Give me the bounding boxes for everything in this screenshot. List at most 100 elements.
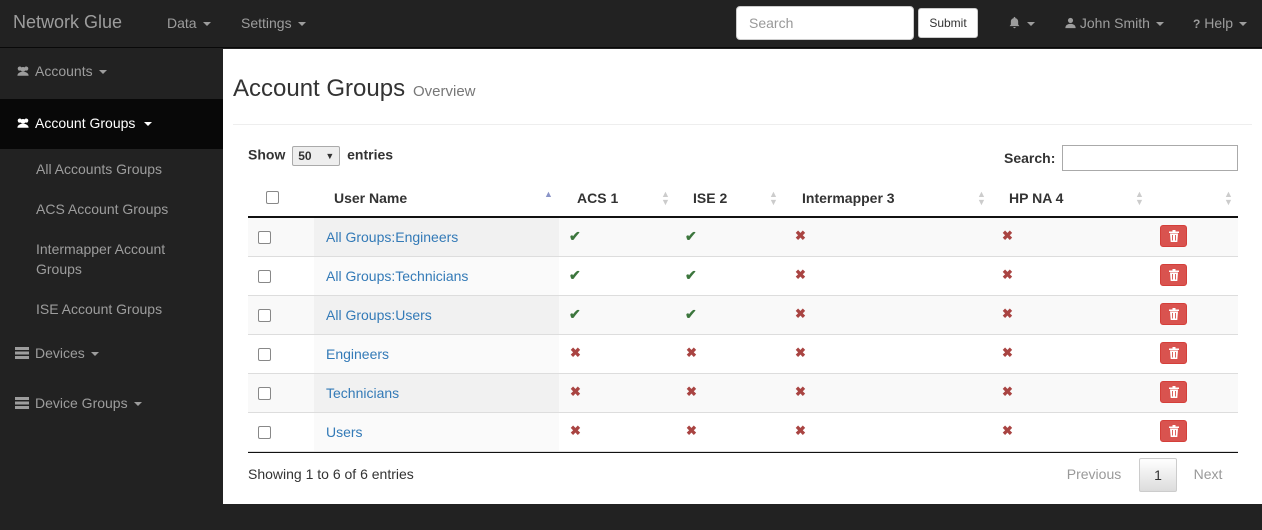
trash-icon	[1168, 347, 1179, 359]
show-label: Show	[248, 146, 286, 163]
table-row: Engineers ✖ ✖ ✖ ✖	[248, 335, 1238, 374]
sidebar-subitem-ise-account-groups[interactable]: ISE Account Groups	[36, 299, 216, 319]
table-header: User Name ▲ ACS 1 ▲ ▼ ISE 2 ▲ ▼ Intermappe…	[248, 180, 1238, 218]
sidebar-item-devices[interactable]: Devices	[0, 345, 223, 361]
table-row: Users ✖ ✖ ✖ ✖	[248, 413, 1238, 452]
delete-button[interactable]	[1160, 225, 1187, 247]
notifications-menu[interactable]	[1008, 15, 1035, 31]
help-menu[interactable]: ? Help	[1193, 15, 1248, 31]
cross-icon: ✖	[686, 423, 697, 438]
row-checkbox[interactable]	[258, 231, 271, 244]
global-search-input[interactable]	[736, 6, 914, 40]
page-title: Account Groups	[233, 75, 406, 102]
group-name-link[interactable]: Engineers	[326, 346, 389, 362]
sidebar: Accounts Account Groups All Accounts Gro…	[0, 49, 223, 530]
group-name-link[interactable]: All Groups:Technicians	[326, 268, 468, 284]
sidebar-subitem-all-accounts-groups[interactable]: All Accounts Groups	[36, 159, 216, 179]
sort-both-icon: ▲ ▼	[1135, 189, 1144, 207]
delete-button[interactable]	[1160, 303, 1187, 325]
sidebar-item-device-groups[interactable]: Device Groups	[0, 395, 223, 411]
cross-icon: ✖	[795, 423, 806, 438]
settings-menu[interactable]: Settings	[241, 15, 306, 31]
caret-down-icon	[90, 352, 99, 357]
caret-down-icon	[1027, 22, 1035, 27]
check-icon: ✔	[569, 228, 581, 244]
row-checkbox[interactable]	[258, 387, 271, 400]
row-checkbox[interactable]	[258, 309, 271, 322]
caret-down-icon	[202, 22, 211, 27]
sidebar-subitem-acs-account-groups[interactable]: ACS Account Groups	[36, 199, 216, 219]
column-header-acs[interactable]: ACS 1	[577, 190, 618, 206]
cross-icon: ✖	[1002, 345, 1013, 360]
main-content: Account Groups Overview Show 50 ▼ entries…	[223, 49, 1262, 504]
table-search-input[interactable]	[1062, 145, 1238, 171]
sort-both-icon: ▲ ▼	[977, 189, 986, 207]
dropdown-arrow-icon: ▼	[325, 151, 335, 161]
cross-icon: ✖	[686, 345, 697, 360]
top-navbar: Network Glue Data Settings Submit John S…	[0, 0, 1262, 48]
data-menu[interactable]: Data	[167, 15, 211, 31]
row-checkbox[interactable]	[258, 348, 271, 361]
user-menu[interactable]: John Smith	[1065, 15, 1164, 31]
column-header-intermapper[interactable]: Intermapper 3	[802, 190, 895, 206]
delete-button[interactable]	[1160, 420, 1187, 442]
server-icon	[15, 347, 29, 359]
cross-icon: ✖	[795, 228, 806, 243]
caret-down-icon	[297, 22, 306, 27]
trash-icon	[1168, 386, 1179, 398]
entries-label: entries	[347, 146, 394, 163]
select-all-checkbox[interactable]	[266, 191, 279, 204]
cross-icon: ✖	[570, 345, 581, 360]
sidebar-item-label: Account Groups	[35, 115, 136, 131]
table-search-label: Search:	[1004, 150, 1056, 166]
page-header: Account Groups Overview	[233, 75, 1252, 125]
pagination-previous[interactable]: Previous	[1059, 458, 1129, 492]
search-submit-button[interactable]: Submit	[918, 8, 978, 38]
delete-button[interactable]	[1160, 342, 1187, 364]
sort-both-icon: ▲ ▼	[661, 189, 670, 207]
users-icon	[17, 118, 29, 128]
check-icon: ✔	[685, 306, 697, 322]
check-icon: ✔	[569, 267, 581, 283]
check-icon: ✔	[685, 228, 697, 244]
data-menu-label: Data	[167, 15, 197, 31]
cross-icon: ✖	[795, 384, 806, 399]
group-name-link[interactable]: Users	[326, 424, 363, 440]
table-bottom-border	[248, 452, 1238, 453]
trash-icon	[1168, 425, 1179, 437]
pagination-next[interactable]: Next	[1185, 458, 1231, 492]
caret-down-icon	[144, 122, 153, 127]
settings-menu-label: Settings	[241, 15, 292, 31]
user-icon	[1065, 17, 1076, 29]
group-name-link[interactable]: All Groups:Users	[326, 307, 432, 323]
table-row: All Groups:Engineers ✔ ✔ ✖ ✖	[248, 218, 1238, 257]
pagination-page-1[interactable]: 1	[1139, 458, 1177, 492]
delete-button[interactable]	[1160, 264, 1187, 286]
page-length-value: 50	[298, 149, 312, 163]
delete-button[interactable]	[1160, 381, 1187, 403]
cross-icon: ✖	[795, 306, 806, 321]
sidebar-subitem-intermapper-account-groups[interactable]: Intermapper Account Groups	[36, 239, 186, 279]
cross-icon: ✖	[795, 267, 806, 282]
row-checkbox[interactable]	[258, 270, 271, 283]
sidebar-item-account-groups[interactable]: Account Groups	[0, 99, 223, 149]
column-header-ise[interactable]: ISE 2	[693, 190, 727, 206]
sidebar-item-label: Device Groups	[35, 395, 128, 411]
column-header-user-name[interactable]: User Name	[334, 190, 407, 206]
column-header-hp-na[interactable]: HP NA 4	[1009, 190, 1063, 206]
cross-icon: ✖	[570, 423, 581, 438]
server-icon	[15, 397, 29, 409]
page-length-select[interactable]: 50 ▼	[292, 146, 341, 166]
sidebar-item-accounts[interactable]: Accounts	[0, 63, 223, 79]
brand-logo[interactable]: Network Glue	[13, 12, 122, 33]
group-name-link[interactable]: All Groups:Engineers	[326, 229, 458, 245]
caret-down-icon	[98, 70, 107, 75]
question-icon: ?	[1193, 17, 1201, 31]
cross-icon: ✖	[795, 345, 806, 360]
caret-down-icon	[1155, 22, 1164, 27]
caret-down-icon	[133, 402, 142, 407]
trash-icon	[1168, 230, 1179, 242]
group-name-link[interactable]: Technicians	[326, 385, 399, 401]
account-groups-table: User Name ▲ ACS 1 ▲ ▼ ISE 2 ▲ ▼ Intermappe…	[248, 180, 1238, 453]
row-checkbox[interactable]	[258, 426, 271, 439]
